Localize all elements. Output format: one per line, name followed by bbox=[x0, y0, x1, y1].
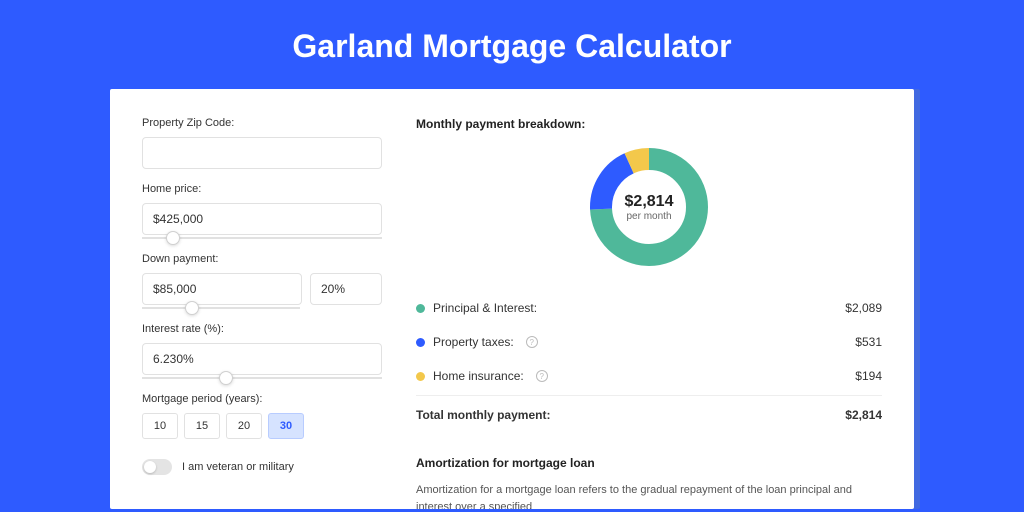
help-icon[interactable]: ? bbox=[536, 370, 548, 382]
period-btn-30[interactable]: 30 bbox=[268, 413, 304, 439]
breakdown-list: Principal & Interest: $2,089 Property taxe… bbox=[416, 291, 882, 393]
home-price-input[interactable] bbox=[142, 203, 382, 235]
amortization-title: Amortization for mortgage loan bbox=[416, 456, 882, 470]
breakdown-label: Principal & Interest: bbox=[433, 301, 537, 315]
down-payment-label: Down payment: bbox=[142, 253, 382, 265]
legend-dot bbox=[416, 304, 425, 313]
period-btn-15[interactable]: 15 bbox=[184, 413, 220, 439]
home-price-field: Home price: bbox=[142, 183, 382, 239]
total-label: Total monthly payment: bbox=[416, 408, 550, 422]
zip-input[interactable] bbox=[142, 137, 382, 169]
legend-dot bbox=[416, 372, 425, 381]
interest-rate-field: Interest rate (%): bbox=[142, 323, 382, 379]
total-value: $2,814 bbox=[845, 408, 882, 422]
veteran-label: I am veteran or military bbox=[182, 461, 294, 473]
donut-sub: per month bbox=[626, 211, 671, 222]
breakdown-row: Principal & Interest: $2,089 bbox=[416, 291, 882, 325]
down-payment-slider[interactable] bbox=[142, 307, 300, 309]
interest-rate-label: Interest rate (%): bbox=[142, 323, 382, 335]
breakdown-title: Monthly payment breakdown: bbox=[416, 117, 882, 131]
interest-rate-slider[interactable] bbox=[142, 377, 382, 379]
period-label: Mortgage period (years): bbox=[142, 393, 382, 405]
veteran-toggle-knob bbox=[144, 461, 156, 473]
down-payment-field: Down payment: bbox=[142, 253, 382, 309]
zip-field: Property Zip Code: bbox=[142, 117, 382, 169]
home-price-label: Home price: bbox=[142, 183, 382, 195]
breakdown-value: $2,089 bbox=[845, 301, 882, 315]
interest-rate-slider-thumb[interactable] bbox=[219, 371, 233, 385]
results-panel: Monthly payment breakdown: $2,814 per mo… bbox=[416, 117, 882, 509]
zip-label: Property Zip Code: bbox=[142, 117, 382, 129]
period-btn-10[interactable]: 10 bbox=[142, 413, 178, 439]
down-payment-slider-thumb[interactable] bbox=[185, 301, 199, 315]
amortization-body: Amortization for a mortgage loan refers … bbox=[416, 482, 882, 509]
calculator-card: Property Zip Code: Home price: Down paym… bbox=[110, 89, 914, 509]
total-row: Total monthly payment: $2,814 bbox=[416, 395, 882, 432]
period-options: 10152030 bbox=[142, 413, 382, 439]
breakdown-label: Home insurance: bbox=[433, 369, 524, 383]
home-price-slider-thumb[interactable] bbox=[166, 231, 180, 245]
period-field: Mortgage period (years): 10152030 bbox=[142, 393, 382, 439]
breakdown-label: Property taxes: bbox=[433, 335, 514, 349]
down-payment-percent-input[interactable] bbox=[310, 273, 382, 305]
breakdown-row: Property taxes:? $531 bbox=[416, 325, 882, 359]
veteran-toggle[interactable] bbox=[142, 459, 172, 475]
help-icon[interactable]: ? bbox=[526, 336, 538, 348]
breakdown-value: $531 bbox=[855, 335, 882, 349]
interest-rate-input[interactable] bbox=[142, 343, 382, 375]
form-panel: Property Zip Code: Home price: Down paym… bbox=[142, 117, 382, 509]
payment-donut-chart: $2,814 per month bbox=[589, 147, 709, 267]
period-btn-20[interactable]: 20 bbox=[226, 413, 262, 439]
page-title: Garland Mortgage Calculator bbox=[0, 0, 1024, 89]
veteran-row: I am veteran or military bbox=[142, 459, 382, 475]
down-payment-amount-input[interactable] bbox=[142, 273, 302, 305]
breakdown-row: Home insurance:? $194 bbox=[416, 359, 882, 393]
breakdown-value: $194 bbox=[855, 369, 882, 383]
legend-dot bbox=[416, 338, 425, 347]
donut-amount: $2,814 bbox=[625, 193, 674, 211]
home-price-slider[interactable] bbox=[142, 237, 382, 239]
